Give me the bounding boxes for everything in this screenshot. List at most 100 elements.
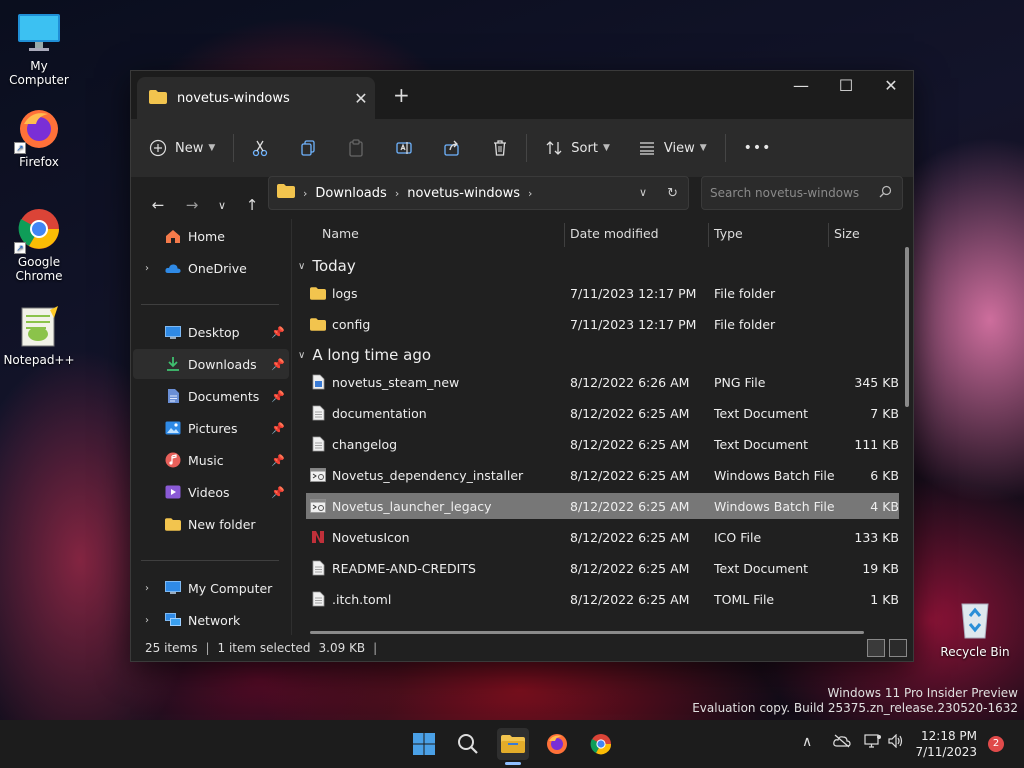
file-row[interactable]: .itch.toml 8/12/2022 6:25 AM TOML File 1 KB	[306, 586, 899, 612]
column-separator[interactable]	[564, 223, 565, 247]
chrome-icon[interactable]	[585, 728, 617, 760]
delete-icon[interactable]	[484, 132, 516, 164]
address-bar[interactable]: › Downloads › novetus-windows › ∨ ↻	[268, 176, 689, 210]
file-row[interactable]: documentation 8/12/2022 6:25 AM Text Docum…	[306, 400, 899, 426]
new-button[interactable]: New ▼	[149, 132, 223, 164]
close-button[interactable]: ✕	[868, 71, 914, 103]
nav-item-new-folder[interactable]: New folder	[133, 509, 289, 539]
column-separator[interactable]	[828, 223, 829, 247]
expand-chevron-icon[interactable]: ›	[145, 615, 149, 626]
column-header-size[interactable]: Size	[834, 226, 860, 241]
system-clock[interactable]: 12:18 PM 7/11/2023	[915, 728, 977, 760]
desktop-icon-firefox[interactable]: ↗ Firefox	[1, 106, 77, 169]
column-header-date-modified[interactable]: Date modified	[570, 226, 659, 241]
plus-circle-icon	[149, 139, 167, 157]
vertical-scrollbar[interactable]	[905, 229, 909, 609]
nav-item-music[interactable]: Music 📌	[133, 445, 289, 475]
breadcrumb-downloads[interactable]: Downloads	[315, 186, 386, 201]
tiles-view-icon[interactable]	[889, 639, 907, 657]
file-row[interactable]: config 7/11/2023 12:17 PM File folder	[306, 311, 899, 337]
sort-button[interactable]: Sort ▼	[537, 132, 618, 164]
search-input[interactable]	[710, 186, 870, 200]
forward-arrow-icon[interactable]: →	[177, 196, 207, 214]
group-header-today[interactable]: ∨ Today	[298, 257, 356, 275]
column-header-type[interactable]: Type	[714, 226, 743, 241]
file-size: 345 KB	[854, 374, 899, 390]
recent-locations-chevron-icon[interactable]: ∨	[207, 199, 237, 212]
pin-icon[interactable]: 📌	[271, 390, 285, 403]
start-icon[interactable]	[408, 728, 440, 760]
pin-icon[interactable]: 📌	[271, 454, 285, 467]
firefox-icon[interactable]	[541, 728, 573, 760]
pin-icon[interactable]: 📌	[271, 358, 285, 371]
onedrive-icon	[165, 260, 181, 276]
nav-item-my-computer[interactable]: › My Computer	[133, 573, 289, 603]
file-row[interactable]: changelog 8/12/2022 6:25 AM Text Document 1…	[306, 431, 899, 457]
file-date: 8/12/2022 6:25 AM	[570, 405, 690, 421]
nav-item-network[interactable]: › Network	[133, 605, 289, 635]
nav-item-pictures[interactable]: Pictures 📌	[133, 413, 289, 443]
column-header-name[interactable]: Name	[322, 226, 359, 241]
copy-icon[interactable]	[292, 132, 324, 164]
view-button[interactable]: View ▼	[630, 132, 715, 164]
search-icon[interactable]	[879, 185, 892, 201]
nav-item-label: New folder	[188, 516, 256, 532]
up-arrow-icon[interactable]: ↑	[237, 196, 267, 214]
active-app-indicator	[505, 762, 521, 765]
notification-badge[interactable]: 2	[988, 736, 1004, 752]
file-row[interactable]: Novetus_launcher_legacy 8/12/2022 6:25 AM…	[306, 493, 899, 519]
breadcrumb-chevron-icon[interactable]: ›	[303, 187, 307, 200]
nav-item-downloads[interactable]: Downloads 📌	[133, 349, 289, 379]
tab-novetus-windows[interactable]: novetus-windows ✕	[137, 77, 375, 119]
column-separator[interactable]	[708, 223, 709, 247]
rename-icon[interactable]	[388, 132, 420, 164]
horizontal-scrollbar[interactable]	[310, 631, 864, 634]
desktop-icon-recycle-bin[interactable]: Recycle Bin	[937, 596, 1013, 659]
refresh-icon[interactable]: ↻	[667, 186, 678, 201]
nav-item-desktop[interactable]: Desktop 📌	[133, 317, 289, 347]
nav-item-documents[interactable]: Documents 📌	[133, 381, 289, 411]
file-explorer-icon[interactable]	[497, 728, 529, 760]
file-size: 6 KB	[870, 467, 899, 483]
breadcrumb-chevron-icon[interactable]: ›	[395, 187, 399, 200]
details-view-icon[interactable]	[867, 639, 885, 657]
file-row[interactable]: README-AND-CREDITS 8/12/2022 6:25 AM Text …	[306, 555, 899, 581]
breadcrumb-novetus-windows[interactable]: novetus-windows	[407, 186, 520, 201]
search-icon[interactable]	[452, 728, 484, 760]
share-icon[interactable]	[436, 132, 468, 164]
expand-chevron-icon[interactable]: ›	[145, 263, 149, 274]
back-arrow-icon[interactable]: ←	[143, 196, 173, 214]
network-status-icon[interactable]	[864, 734, 882, 752]
desktop-icon-notepadpp[interactable]: Notepad++	[1, 304, 77, 367]
group-header-long-time-ago[interactable]: ∨ A long time ago	[298, 346, 431, 364]
new-tab-button[interactable]: +	[393, 83, 410, 107]
more-options-button[interactable]: •••	[736, 132, 780, 164]
search-box[interactable]	[701, 176, 903, 210]
address-dropdown-chevron-icon[interactable]: ∨	[639, 186, 647, 201]
file-row[interactable]: logs 7/11/2023 12:17 PM File folder	[306, 280, 899, 306]
expand-chevron-icon[interactable]: ›	[145, 583, 149, 594]
breadcrumb-chevron-icon[interactable]: ›	[528, 187, 532, 200]
pin-icon[interactable]: 📌	[271, 486, 285, 499]
nav-item-home[interactable]: Home	[133, 221, 289, 251]
paste-icon[interactable]	[340, 132, 372, 164]
minimize-button[interactable]: —	[778, 71, 824, 103]
onedrive-offline-icon[interactable]	[833, 734, 851, 752]
videos-icon	[165, 484, 181, 500]
volume-icon[interactable]	[888, 733, 904, 752]
cut-icon[interactable]	[244, 132, 276, 164]
maximize-button[interactable]: ☐	[823, 71, 869, 103]
file-row[interactable]: NovetusIcon 8/12/2022 6:25 AM ICO File 133 …	[306, 524, 899, 550]
desktop-icon-my-computer[interactable]: My Computer	[1, 10, 77, 87]
file-row[interactable]: Novetus_dependency_installer 8/12/2022 6:…	[306, 462, 899, 488]
status-bar: 25 items | 1 item selected 3.09 KB |	[131, 635, 913, 661]
tab-close-icon[interactable]: ✕	[347, 89, 375, 108]
nav-item-videos[interactable]: Videos 📌	[133, 477, 289, 507]
scrollbar-thumb[interactable]	[905, 247, 909, 407]
desktop-icon-chrome[interactable]: ↗ Google Chrome	[1, 206, 77, 283]
nav-item-onedrive[interactable]: › OneDrive	[133, 253, 289, 283]
file-row[interactable]: novetus_steam_new 8/12/2022 6:26 AM PNG Fi…	[306, 369, 899, 395]
show-hidden-icons-chevron-icon[interactable]: ∧	[802, 734, 812, 750]
pin-icon[interactable]: 📌	[271, 422, 285, 435]
pin-icon[interactable]: 📌	[271, 326, 285, 339]
